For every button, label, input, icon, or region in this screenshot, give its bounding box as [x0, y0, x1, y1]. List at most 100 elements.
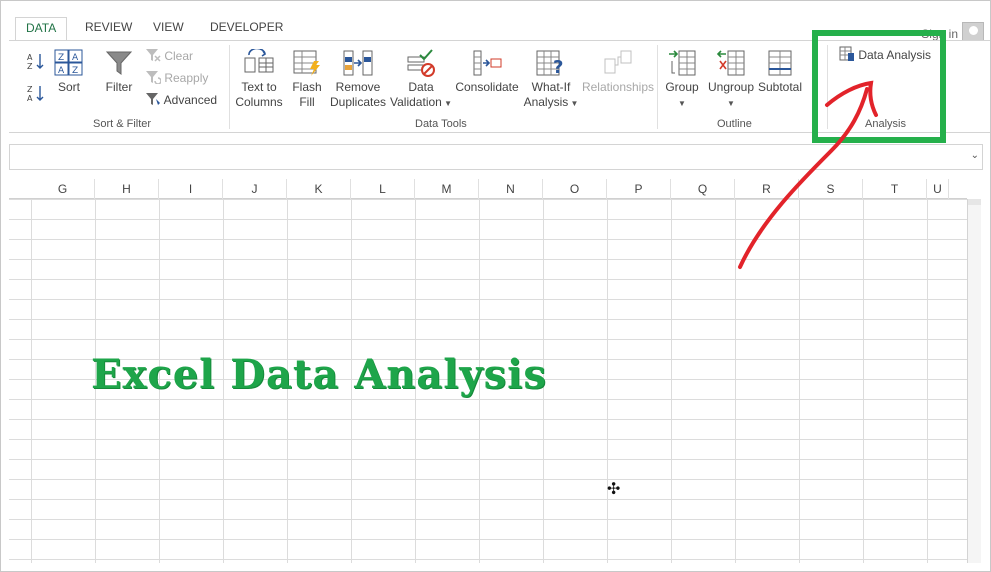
clear-button[interactable]: Clear [145, 47, 193, 65]
column-header-t[interactable]: T [863, 179, 927, 199]
ungroup-button[interactable]: Ungroup ▼ [705, 49, 757, 111]
relationships-button[interactable]: Relationships [581, 49, 655, 95]
data-validation-line1: Data [408, 80, 434, 94]
consolidate-label: Consolidate [455, 80, 519, 94]
text-to-columns-button[interactable]: Text to Columns [233, 49, 285, 110]
flash-fill-line2: Fill [299, 95, 315, 109]
column-header-u[interactable]: U [927, 179, 949, 199]
text-to-columns-line1: Text to [241, 80, 277, 94]
remove-duplicates-button[interactable]: Remove Duplicates [329, 49, 387, 110]
svg-text:A: A [27, 53, 33, 62]
svg-text:Z: Z [58, 53, 64, 63]
advanced-filter-icon [146, 93, 160, 105]
subtotal-button[interactable]: Subtotal [757, 49, 803, 95]
relationships-icon [604, 50, 632, 74]
vertical-scrollbar[interactable] [967, 199, 981, 563]
tab-developer[interactable]: DEVELOPER [200, 17, 293, 41]
svg-text:Z: Z [72, 66, 78, 76]
column-header-j[interactable]: J [223, 179, 287, 199]
reapply-label: Reapply [164, 71, 209, 85]
expand-formula-bar-icon[interactable]: ⌄ [971, 150, 979, 161]
column-header-q[interactable]: Q [671, 179, 735, 199]
column-header-n[interactable]: N [479, 179, 543, 199]
group-label: Group [665, 80, 699, 94]
data-tools-group-label: Data Tools [415, 118, 467, 130]
clear-label: Clear [164, 49, 194, 63]
column-header-k[interactable]: K [287, 179, 351, 199]
scrollbar-thumb[interactable] [968, 199, 981, 205]
sort-descending-button[interactable]: ZA [25, 83, 47, 106]
column-header-s[interactable]: S [799, 179, 863, 199]
what-if-analysis-icon: ? [536, 50, 563, 77]
data-validation-icon [407, 49, 435, 77]
reapply-button[interactable]: Reapply [145, 69, 208, 87]
group-separator [229, 45, 230, 129]
what-if-line2: Analysis [523, 95, 569, 109]
sort-label: Sort [57, 80, 80, 94]
cell-cursor-icon: ✣ [607, 481, 621, 498]
group-button[interactable]: Group ▼ [661, 49, 703, 111]
flash-fill-icon [293, 50, 320, 76]
dropdown-caret-icon: ▼ [568, 99, 579, 108]
what-if-line1: What-If [531, 80, 571, 94]
text-to-columns-icon [244, 49, 274, 73]
overlay-title: Excel Data Analysis [91, 351, 547, 398]
svg-text:A: A [72, 53, 79, 63]
column-header-r[interactable]: R [735, 179, 799, 199]
sort-z-a-icon: ZA [27, 85, 44, 103]
column-header-p[interactable]: P [607, 179, 671, 199]
sort-filter-group-label: Sort & Filter [93, 118, 152, 130]
flash-fill-button[interactable]: Flash Fill [287, 49, 327, 110]
text-to-columns-line2: Columns [235, 95, 283, 109]
filter-label: Filter [105, 80, 133, 94]
flash-fill-line1: Flash [292, 80, 322, 94]
relationships-label: Relationships [581, 80, 655, 94]
column-header-l[interactable]: L [351, 179, 415, 199]
clear-filter-icon [146, 49, 161, 62]
column-header-g[interactable]: G [31, 179, 95, 199]
excel-window: DATA REVIEW VIEW DEVELOPER Sign in AZ ZA… [0, 0, 991, 572]
consolidate-icon [473, 50, 502, 76]
remove-duplicates-line2: Duplicates [329, 95, 387, 109]
dropdown-caret-icon: ▼ [441, 99, 452, 108]
sort-dialog-icon: Z AA Z [54, 49, 83, 76]
dropdown-caret-icon: ▼ [678, 99, 686, 108]
advanced-label: Advanced [163, 93, 218, 107]
column-header-o[interactable]: O [543, 179, 607, 199]
svg-text:A: A [27, 94, 33, 103]
column-header-h[interactable]: H [95, 179, 159, 199]
analysis-highlight-box [812, 30, 946, 143]
column-headers: GHIJKLMNOPQRSTU [9, 179, 967, 199]
column-header-i[interactable]: I [159, 179, 223, 199]
data-validation-button[interactable]: Data Validation ▼ [387, 49, 455, 111]
svg-text:Z: Z [27, 85, 33, 94]
filter-button[interactable]: Filter [101, 49, 137, 95]
svg-text:?: ? [553, 57, 563, 77]
remove-duplicates-line1: Remove [335, 80, 381, 94]
formula-bar[interactable]: ⌄ [9, 144, 983, 170]
tab-review[interactable]: REVIEW [75, 17, 142, 41]
tab-view[interactable]: VIEW [143, 17, 194, 41]
reapply-filter-icon [146, 71, 162, 85]
what-if-analysis-button[interactable]: ? What-If Analysis ▼ [523, 49, 579, 111]
subtotal-icon [768, 50, 792, 76]
sort-ascending-button[interactable]: AZ [25, 51, 47, 74]
subtotal-label: Subtotal [757, 80, 803, 94]
data-validation-line2: Validation [390, 95, 442, 109]
advanced-filter-button[interactable]: Advanced [145, 91, 217, 109]
ungroup-label: Ungroup [707, 80, 755, 94]
group-separator [657, 45, 658, 129]
sort-button[interactable]: ZAAZ Sort [53, 49, 85, 95]
consolidate-button[interactable]: Consolidate [455, 49, 519, 95]
group-icon [669, 50, 696, 76]
svg-text:Z: Z [27, 62, 33, 71]
svg-text:A: A [58, 66, 65, 76]
sort-a-z-icon: AZ [27, 53, 44, 71]
ungroup-icon [716, 50, 745, 76]
filter-funnel-icon [105, 51, 133, 75]
outline-group-label: Outline [717, 118, 752, 130]
tab-data[interactable]: DATA [15, 17, 68, 41]
remove-duplicates-icon [343, 50, 373, 76]
column-header-m[interactable]: M [415, 179, 479, 199]
dropdown-caret-icon: ▼ [727, 99, 735, 108]
